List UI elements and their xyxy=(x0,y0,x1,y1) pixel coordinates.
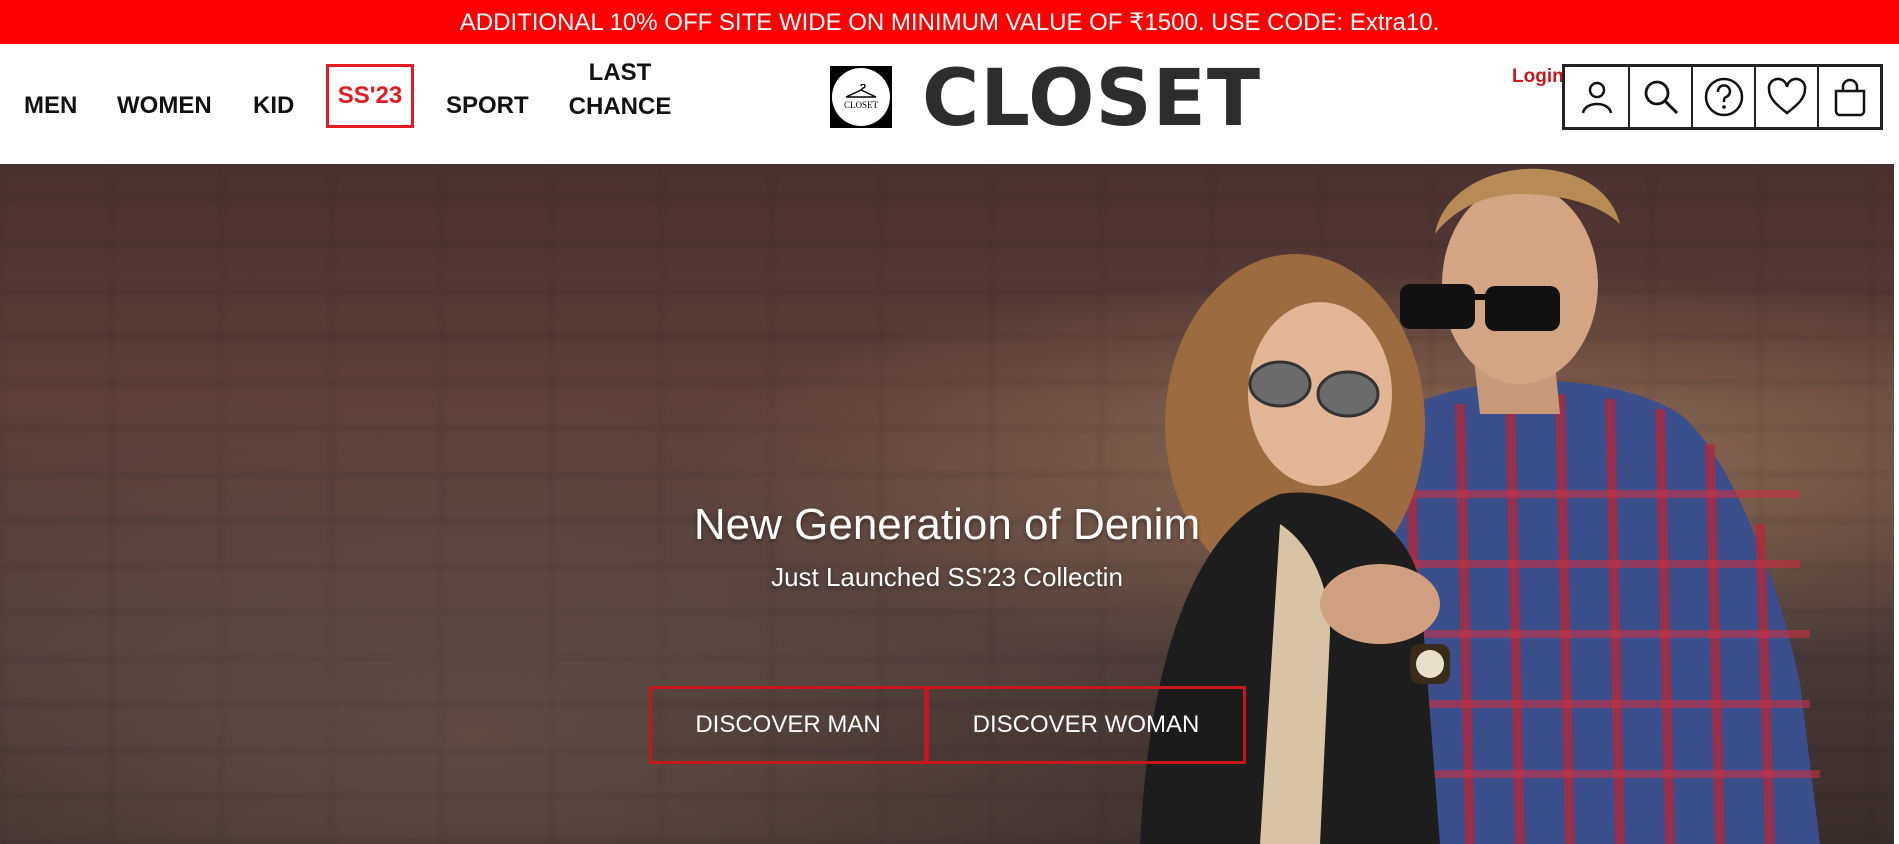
help-button[interactable] xyxy=(1691,67,1754,127)
search-button[interactable] xyxy=(1628,67,1691,127)
account-button[interactable] xyxy=(1565,67,1628,127)
promo-banner: ADDITIONAL 10% OFF SITE WIDE ON MINIMUM … xyxy=(0,0,1899,44)
nav-item-last-chance[interactable]: LAST CHANCE xyxy=(566,56,674,124)
search-icon xyxy=(1644,80,1678,115)
nav-item-ss23[interactable]: SS'23 xyxy=(326,64,414,128)
logo-badge-text: CLOSET xyxy=(843,100,878,110)
site-header: MEN WOMEN KID SS'23 SPORT LAST CHANCE CL… xyxy=(0,44,1899,164)
discover-man-button[interactable]: DISCOVER MAN xyxy=(649,686,927,764)
nav-item-men[interactable]: MEN xyxy=(24,89,77,123)
nav-item-women[interactable]: WOMEN xyxy=(117,89,212,123)
help-icon xyxy=(1704,77,1743,117)
hero-heading: New Generation of Denim xyxy=(693,500,1201,549)
nav-item-sport[interactable]: SPORT xyxy=(446,89,529,123)
heart-icon xyxy=(1767,77,1806,115)
brand-wordmark[interactable]: CLOSET xyxy=(922,54,1261,144)
hero-subheading: Just Launched SS'23 Collectin xyxy=(771,562,1123,592)
hanger-logo-icon: CLOSET xyxy=(832,68,890,126)
promo-text: ADDITIONAL 10% OFF SITE WIDE ON MINIMUM … xyxy=(459,8,1440,36)
wishlist-button[interactable] xyxy=(1754,67,1817,127)
cart-button[interactable] xyxy=(1817,67,1880,127)
user-icon xyxy=(1581,81,1612,114)
login-link[interactable]: Login xyxy=(1512,66,1564,88)
nav-item-kid[interactable]: KID xyxy=(253,89,294,123)
header-icon-toolbar xyxy=(1562,64,1883,130)
bag-icon xyxy=(1834,78,1865,117)
hero-banner: New Generation of Denim Just Launched SS… xyxy=(0,164,1894,844)
discover-woman-button[interactable]: DISCOVER WOMAN xyxy=(926,686,1246,764)
brand-logo[interactable]: CLOSET xyxy=(830,66,892,128)
